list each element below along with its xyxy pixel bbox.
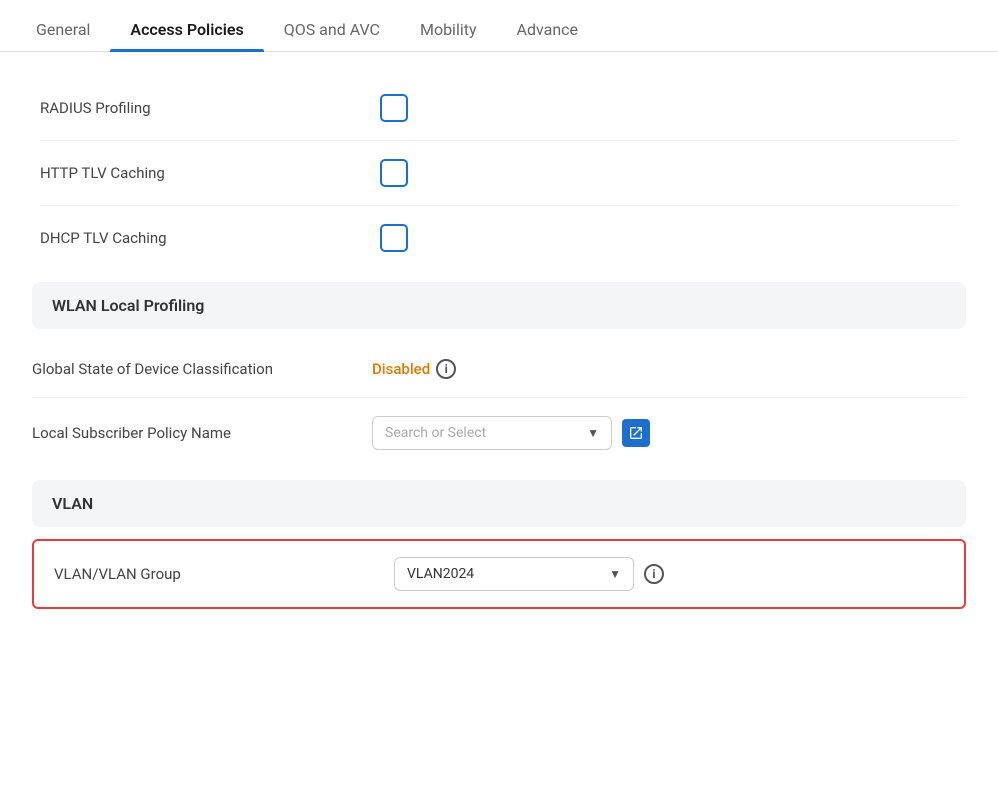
tab-advance[interactable]: Advance [497,8,599,51]
vlan-group-label: VLAN/VLAN Group [54,565,394,583]
dhcp-tlv-caching-label: DHCP TLV Caching [40,229,380,247]
tab-access-policies[interactable]: Access Policies [110,8,263,51]
dhcp-tlv-caching-row: DHCP TLV Caching [40,206,958,270]
local-subscriber-ext-link-icon[interactable] [622,419,650,447]
tab-qos-avc[interactable]: QOS and AVC [264,8,400,51]
tab-general[interactable]: General [16,8,110,51]
vlan-group-row: VLAN/VLAN Group VLAN2024 ▼ i [32,539,966,609]
vlan-section-header: VLAN [32,480,966,527]
wlan-local-profiling-header: WLAN Local Profiling [32,282,966,329]
radius-profiling-checkbox[interactable] [380,94,408,122]
global-state-row: Global State of Device Classification Di… [32,341,966,398]
dhcp-tlv-caching-checkbox[interactable] [380,224,408,252]
radius-profiling-control [380,94,958,122]
global-state-value: Disabled [372,360,430,378]
http-tlv-caching-row: HTTP TLV Caching [40,141,958,206]
tab-bar: General Access Policies QOS and AVC Mobi… [0,0,998,52]
local-subscriber-placeholder: Search or Select [385,425,486,441]
global-state-label: Global State of Device Classification [32,360,372,378]
radius-profiling-label: RADIUS Profiling [40,99,380,117]
vlan-group-arrow-icon: ▼ [609,567,621,581]
vlan-group-dropdown[interactable]: VLAN2024 ▼ [394,557,634,591]
vlan-group-value: VLAN2024 [407,566,474,582]
dhcp-tlv-caching-control [380,224,958,252]
radius-profiling-row: RADIUS Profiling [40,76,958,141]
tab-mobility[interactable]: Mobility [400,8,497,51]
local-subscriber-label: Local Subscriber Policy Name [32,424,372,442]
local-subscriber-dropdown[interactable]: Search or Select ▼ [372,416,612,450]
local-subscriber-arrow-icon: ▼ [587,426,599,440]
wlan-local-profiling-section: WLAN Local Profiling Global State of Dev… [32,282,966,468]
http-tlv-caching-control [380,159,958,187]
http-tlv-caching-label: HTTP TLV Caching [40,164,380,182]
http-tlv-caching-checkbox[interactable] [380,159,408,187]
main-content: RADIUS Profiling HTTP TLV Caching DHCP T… [0,52,998,641]
vlan-section: VLAN VLAN/VLAN Group VLAN2024 ▼ i [32,480,966,609]
local-subscriber-row: Local Subscriber Policy Name Search or S… [32,398,966,468]
vlan-group-control: VLAN2024 ▼ i [394,557,944,591]
vlan-group-info-icon[interactable]: i [644,564,664,584]
local-subscriber-control: Search or Select ▼ [372,416,966,450]
global-state-control: Disabled i [372,359,966,379]
top-fields: RADIUS Profiling HTTP TLV Caching DHCP T… [32,76,966,270]
global-state-info-icon[interactable]: i [436,359,456,379]
